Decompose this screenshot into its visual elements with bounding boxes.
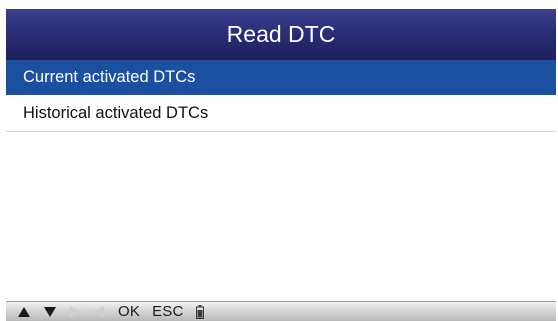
menu-item-label: Current activated DTCs [23, 67, 196, 86]
menu-item-historical-dtcs[interactable]: Historical activated DTCs [6, 95, 556, 132]
ok-button[interactable]: OK [118, 303, 140, 320]
device-screen: Read DTC Current activated DTCs Historic… [6, 9, 556, 321]
title-bar: Read DTC [6, 9, 556, 60]
dtc-menu: Current activated DTCs Historical activa… [6, 60, 556, 132]
right-arrow-icon [70, 305, 80, 318]
up-arrow-icon[interactable] [18, 306, 30, 317]
left-arrow-icon [94, 305, 104, 318]
esc-button[interactable]: ESC [152, 303, 183, 320]
page-title: Read DTC [226, 21, 336, 47]
function-key-bar: OK ESC [6, 301, 556, 321]
battery-icon [195, 304, 204, 319]
down-arrow-icon[interactable] [44, 306, 56, 317]
menu-item-label: Historical activated DTCs [23, 103, 209, 122]
menu-item-current-dtcs[interactable]: Current activated DTCs [6, 60, 556, 95]
